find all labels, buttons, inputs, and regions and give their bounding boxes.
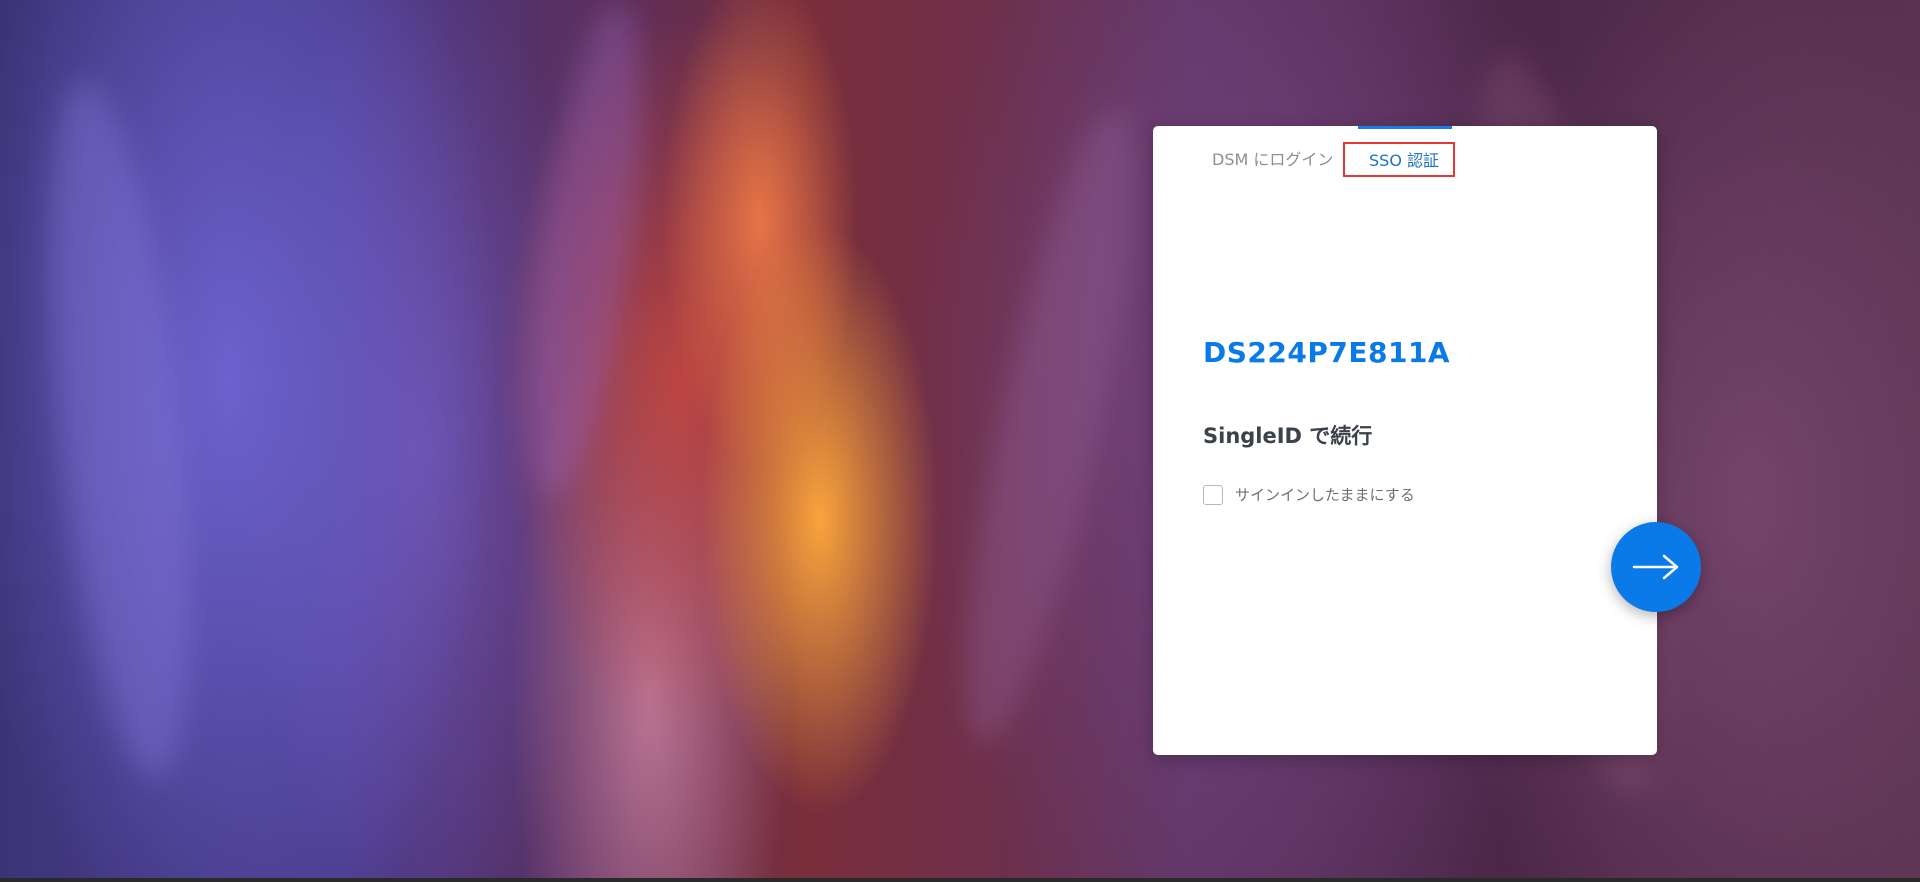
server-hostname: DS224P7E811A [1203, 336, 1451, 369]
bottom-edge-bar [0, 878, 1920, 882]
login-screen: DSM にログイン SSO 認証 DS224P7E811A SingleID で… [0, 0, 1920, 882]
active-tab-indicator [1358, 126, 1452, 129]
stay-signed-in-label: サインインしたままにする [1235, 486, 1415, 504]
auth-tab-bar: DSM にログイン SSO 認証 [1153, 126, 1657, 177]
stay-signed-in-option[interactable]: サインインしたままにする [1203, 484, 1415, 505]
continue-with-singleid-title: SingleID で続行 [1203, 424, 1373, 448]
stay-signed-in-checkbox[interactable] [1203, 484, 1223, 505]
tab-dsm-login[interactable]: DSM にログイン [1212, 146, 1333, 170]
arrow-right-icon [1632, 554, 1679, 580]
tab-sso-auth[interactable]: SSO 認証 [1343, 142, 1455, 177]
next-button[interactable] [1611, 522, 1701, 612]
login-card: DSM にログイン SSO 認証 DS224P7E811A SingleID で… [1153, 126, 1657, 755]
